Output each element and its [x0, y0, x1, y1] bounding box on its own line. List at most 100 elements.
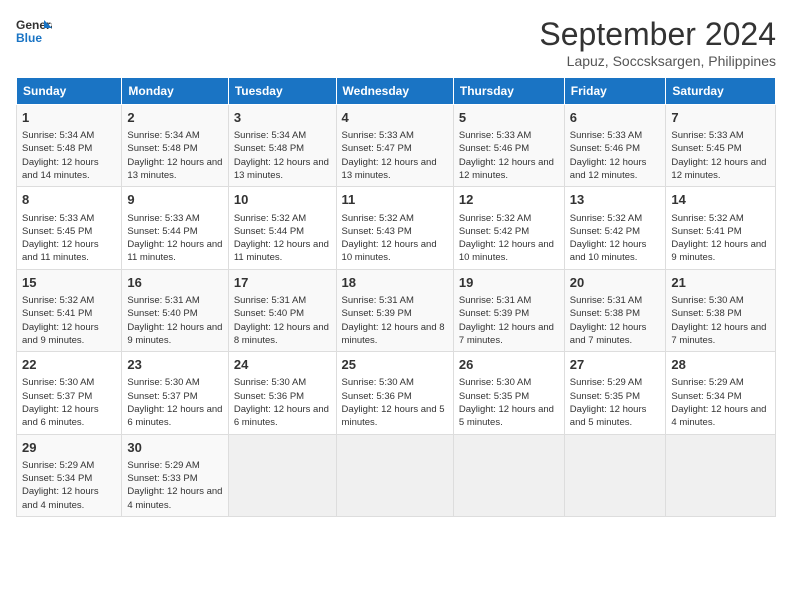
table-row: 14Sunrise: 5:32 AMSunset: 5:41 PMDayligh… [666, 187, 776, 269]
daylight-text: Daylight: 12 hours and 11 minutes. [234, 239, 329, 263]
table-row: 1Sunrise: 5:34 AMSunset: 5:48 PMDaylight… [17, 105, 122, 187]
sunset-text: Sunset: 5:34 PM [22, 473, 92, 484]
calendar-row: 8Sunrise: 5:33 AMSunset: 5:45 PMDaylight… [17, 187, 776, 269]
daylight-text: Daylight: 12 hours and 10 minutes. [459, 239, 554, 263]
sunset-text: Sunset: 5:39 PM [459, 308, 529, 319]
sunset-text: Sunset: 5:37 PM [127, 391, 197, 402]
day-number: 15 [22, 274, 116, 292]
day-number: 9 [127, 191, 222, 209]
table-row [564, 434, 666, 516]
sunrise-text: Sunrise: 5:34 AM [22, 130, 94, 141]
daylight-text: Daylight: 12 hours and 9 minutes. [671, 239, 766, 263]
day-number: 17 [234, 274, 331, 292]
sunrise-text: Sunrise: 5:33 AM [570, 130, 642, 141]
sunrise-text: Sunrise: 5:30 AM [671, 295, 743, 306]
day-number: 1 [22, 109, 116, 127]
col-wednesday: Wednesday [336, 78, 453, 105]
sunrise-text: Sunrise: 5:33 AM [22, 213, 94, 224]
sunrise-text: Sunrise: 5:29 AM [671, 377, 743, 388]
sunset-text: Sunset: 5:37 PM [22, 391, 92, 402]
table-row: 11Sunrise: 5:32 AMSunset: 5:43 PMDayligh… [336, 187, 453, 269]
col-thursday: Thursday [453, 78, 564, 105]
table-row: 26Sunrise: 5:30 AMSunset: 5:35 PMDayligh… [453, 352, 564, 434]
sunset-text: Sunset: 5:47 PM [342, 143, 412, 154]
daylight-text: Daylight: 12 hours and 12 minutes. [459, 157, 554, 181]
table-row: 12Sunrise: 5:32 AMSunset: 5:42 PMDayligh… [453, 187, 564, 269]
daylight-text: Daylight: 12 hours and 6 minutes. [127, 404, 222, 428]
table-row: 7Sunrise: 5:33 AMSunset: 5:45 PMDaylight… [666, 105, 776, 187]
col-tuesday: Tuesday [228, 78, 336, 105]
svg-text:Blue: Blue [16, 31, 42, 44]
daylight-text: Daylight: 12 hours and 10 minutes. [342, 239, 437, 263]
day-number: 26 [459, 356, 559, 374]
daylight-text: Daylight: 12 hours and 9 minutes. [127, 322, 222, 346]
col-saturday: Saturday [666, 78, 776, 105]
table-row [666, 434, 776, 516]
sunset-text: Sunset: 5:36 PM [234, 391, 304, 402]
day-number: 12 [459, 191, 559, 209]
day-number: 28 [671, 356, 770, 374]
daylight-text: Daylight: 12 hours and 11 minutes. [127, 239, 222, 263]
page-header: General Blue September 2024 Lapuz, Soccs… [16, 16, 776, 69]
sunrise-text: Sunrise: 5:32 AM [342, 213, 414, 224]
sunset-text: Sunset: 5:40 PM [127, 308, 197, 319]
daylight-text: Daylight: 12 hours and 10 minutes. [570, 239, 647, 263]
day-number: 8 [22, 191, 116, 209]
table-row [228, 434, 336, 516]
day-number: 4 [342, 109, 448, 127]
sunrise-text: Sunrise: 5:30 AM [127, 377, 199, 388]
daylight-text: Daylight: 12 hours and 13 minutes. [342, 157, 437, 181]
table-row: 21Sunrise: 5:30 AMSunset: 5:38 PMDayligh… [666, 269, 776, 351]
daylight-text: Daylight: 12 hours and 12 minutes. [570, 157, 647, 181]
table-row: 6Sunrise: 5:33 AMSunset: 5:46 PMDaylight… [564, 105, 666, 187]
sunrise-text: Sunrise: 5:30 AM [459, 377, 531, 388]
sunset-text: Sunset: 5:35 PM [570, 391, 640, 402]
sunrise-text: Sunrise: 5:33 AM [671, 130, 743, 141]
sunrise-text: Sunrise: 5:31 AM [234, 295, 306, 306]
table-row: 15Sunrise: 5:32 AMSunset: 5:41 PMDayligh… [17, 269, 122, 351]
sunrise-text: Sunrise: 5:31 AM [127, 295, 199, 306]
sunrise-text: Sunrise: 5:32 AM [459, 213, 531, 224]
table-row: 4 Sunrise: 5:33 AM Sunset: 5:47 PM Daylight… [336, 105, 453, 187]
logo-icon: General Blue [16, 16, 52, 44]
col-monday: Monday [122, 78, 228, 105]
daylight-text: Daylight: 12 hours and 4 minutes. [671, 404, 766, 428]
table-row: 2Sunrise: 5:34 AMSunset: 5:48 PMDaylight… [122, 105, 228, 187]
daylight-text: Daylight: 12 hours and 13 minutes. [234, 157, 329, 181]
daylight-text: Daylight: 12 hours and 5 minutes. [342, 404, 445, 428]
table-row: 23Sunrise: 5:30 AMSunset: 5:37 PMDayligh… [122, 352, 228, 434]
sunset-text: Sunset: 5:46 PM [459, 143, 529, 154]
sunrise-text: Sunrise: 5:29 AM [127, 460, 199, 471]
title-area: September 2024 Lapuz, Soccsksargen, Phil… [539, 16, 776, 69]
sunset-text: Sunset: 5:41 PM [671, 226, 741, 237]
sunrise-text: Sunrise: 5:34 AM [127, 130, 199, 141]
table-row: 5Sunrise: 5:33 AMSunset: 5:46 PMDaylight… [453, 105, 564, 187]
sunset-text: Sunset: 5:43 PM [342, 226, 412, 237]
daylight-text: Daylight: 12 hours and 7 minutes. [570, 322, 647, 346]
sunrise-text: Sunrise: 5:33 AM [342, 130, 414, 141]
sunset-text: Sunset: 5:39 PM [342, 308, 412, 319]
sunset-text: Sunset: 5:45 PM [671, 143, 741, 154]
table-row: 3Sunrise: 5:34 AMSunset: 5:48 PMDaylight… [228, 105, 336, 187]
day-number: 10 [234, 191, 331, 209]
sunrise-text: Sunrise: 5:33 AM [459, 130, 531, 141]
sunset-text: Sunset: 5:42 PM [570, 226, 640, 237]
daylight-text: Daylight: 12 hours and 14 minutes. [22, 157, 99, 181]
day-number: 14 [671, 191, 770, 209]
daylight-text: Daylight: 12 hours and 7 minutes. [459, 322, 554, 346]
sunset-text: Sunset: 5:35 PM [459, 391, 529, 402]
sunrise-text: Sunrise: 5:33 AM [127, 213, 199, 224]
day-number: 19 [459, 274, 559, 292]
sunrise-text: Sunrise: 5:29 AM [570, 377, 642, 388]
day-number: 21 [671, 274, 770, 292]
sunrise-text: Sunrise: 5:34 AM [234, 130, 306, 141]
day-number: 3 [234, 109, 331, 127]
sunset-text: Sunset: 5:38 PM [671, 308, 741, 319]
day-number: 16 [127, 274, 222, 292]
daylight-text: Daylight: 12 hours and 6 minutes. [234, 404, 329, 428]
sunset-text: Sunset: 5:34 PM [671, 391, 741, 402]
table-row: 10Sunrise: 5:32 AMSunset: 5:44 PMDayligh… [228, 187, 336, 269]
page-title: September 2024 [539, 16, 776, 53]
daylight-text: Daylight: 12 hours and 4 minutes. [127, 486, 222, 510]
table-row: 18Sunrise: 5:31 AMSunset: 5:39 PMDayligh… [336, 269, 453, 351]
